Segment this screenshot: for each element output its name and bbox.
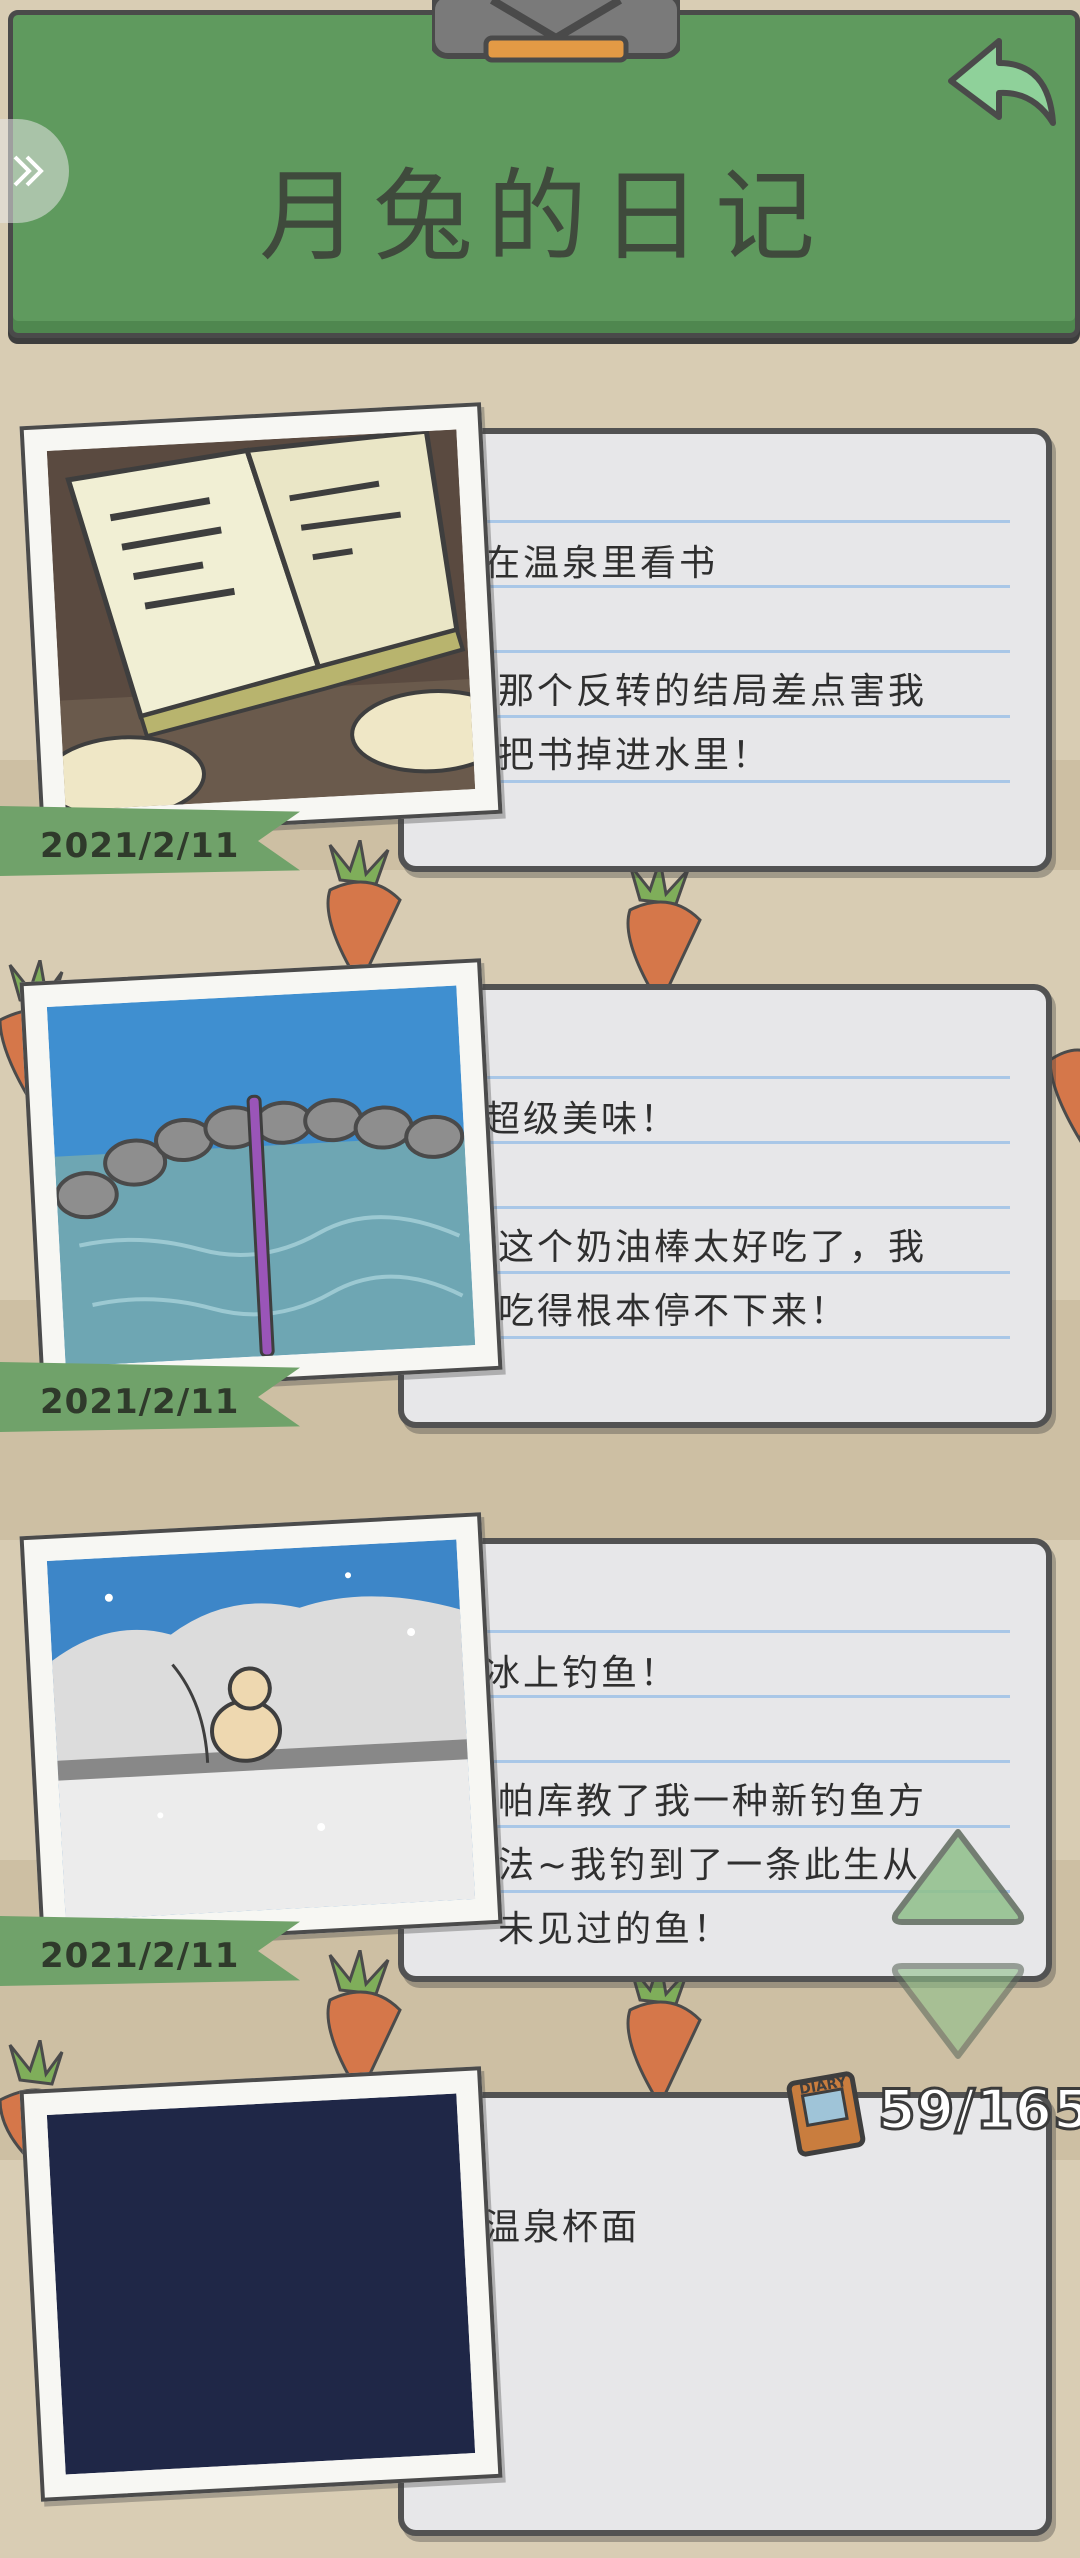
hot-spring-photo — [46, 985, 476, 1367]
diary-entry-text: 超级美味！ 这个奶油棒太好吃了，我 吃得根本停不下来！ — [484, 1024, 1004, 1408]
book-photo — [46, 429, 476, 811]
diary-entry-title: 温泉杯面 — [484, 2207, 641, 2248]
diary-entry-date: 2021/2/11 — [40, 1936, 240, 1976]
diary-entry-date: 2021/2/11 — [40, 1382, 240, 1422]
diary-entry-body: 那个反转的结局差点害我 把书掉进水里！ — [498, 671, 928, 776]
ice-fishing-photo — [46, 1539, 476, 1921]
diary-entry-date: 2021/2/11 — [40, 826, 240, 866]
page-counter-text: 59/165 — [877, 2077, 1080, 2143]
diary-entry-title: 在温泉里看书 — [484, 543, 719, 584]
night-photo — [46, 2093, 476, 2475]
diary-book-icon: DIARY — [786, 2071, 866, 2157]
diary-photo[interactable] — [19, 2066, 503, 2502]
page-counter: DIARY 59/165 — [778, 2060, 1080, 2160]
page-title: 月兔的日记 — [259, 158, 829, 275]
diary-photo[interactable] — [19, 958, 503, 1394]
diary-photo[interactable] — [19, 402, 503, 838]
diary-photo[interactable] — [19, 1512, 503, 1948]
diary-entry[interactable]: 在温泉里看书 那个反转的结局差点害我 把书掉进水里！ 2021/2/11 — [0, 402, 1080, 894]
diary-entry[interactable]: 冰上钓鱼！ 帕库教了我一种新钓鱼方 法~我钓到了一条此生从 未见过的鱼！ 202… — [0, 1512, 1080, 2004]
scroll-up-icon[interactable] — [888, 1824, 1028, 1928]
diary-entry-text: 冰上钓鱼！ 帕库教了我一种新钓鱼方 法~我钓到了一条此生从 未见过的鱼！ — [484, 1578, 1004, 2026]
scroll-down-icon[interactable] — [888, 1960, 1028, 2064]
diary-entry-body: 这个奶油棒太好吃了，我 吃得根本停不下来！ — [498, 1227, 928, 1332]
diary-entry-text: 温泉杯面 — [484, 2132, 1004, 2324]
diary-entry-text: 在温泉里看书 那个反转的结局差点害我 把书掉进水里！ — [484, 468, 1004, 852]
diary-entry[interactable]: 超级美味！ 这个奶油棒太好吃了，我 吃得根本停不下来！ 2021/2/11 — [0, 958, 1080, 1450]
diary-entry-title: 冰上钓鱼！ — [484, 1653, 680, 1694]
back-arrow-icon[interactable] — [941, 33, 1059, 141]
lamp-icon — [432, 0, 680, 63]
diary-entry-title: 超级美味！ — [484, 1099, 680, 1140]
